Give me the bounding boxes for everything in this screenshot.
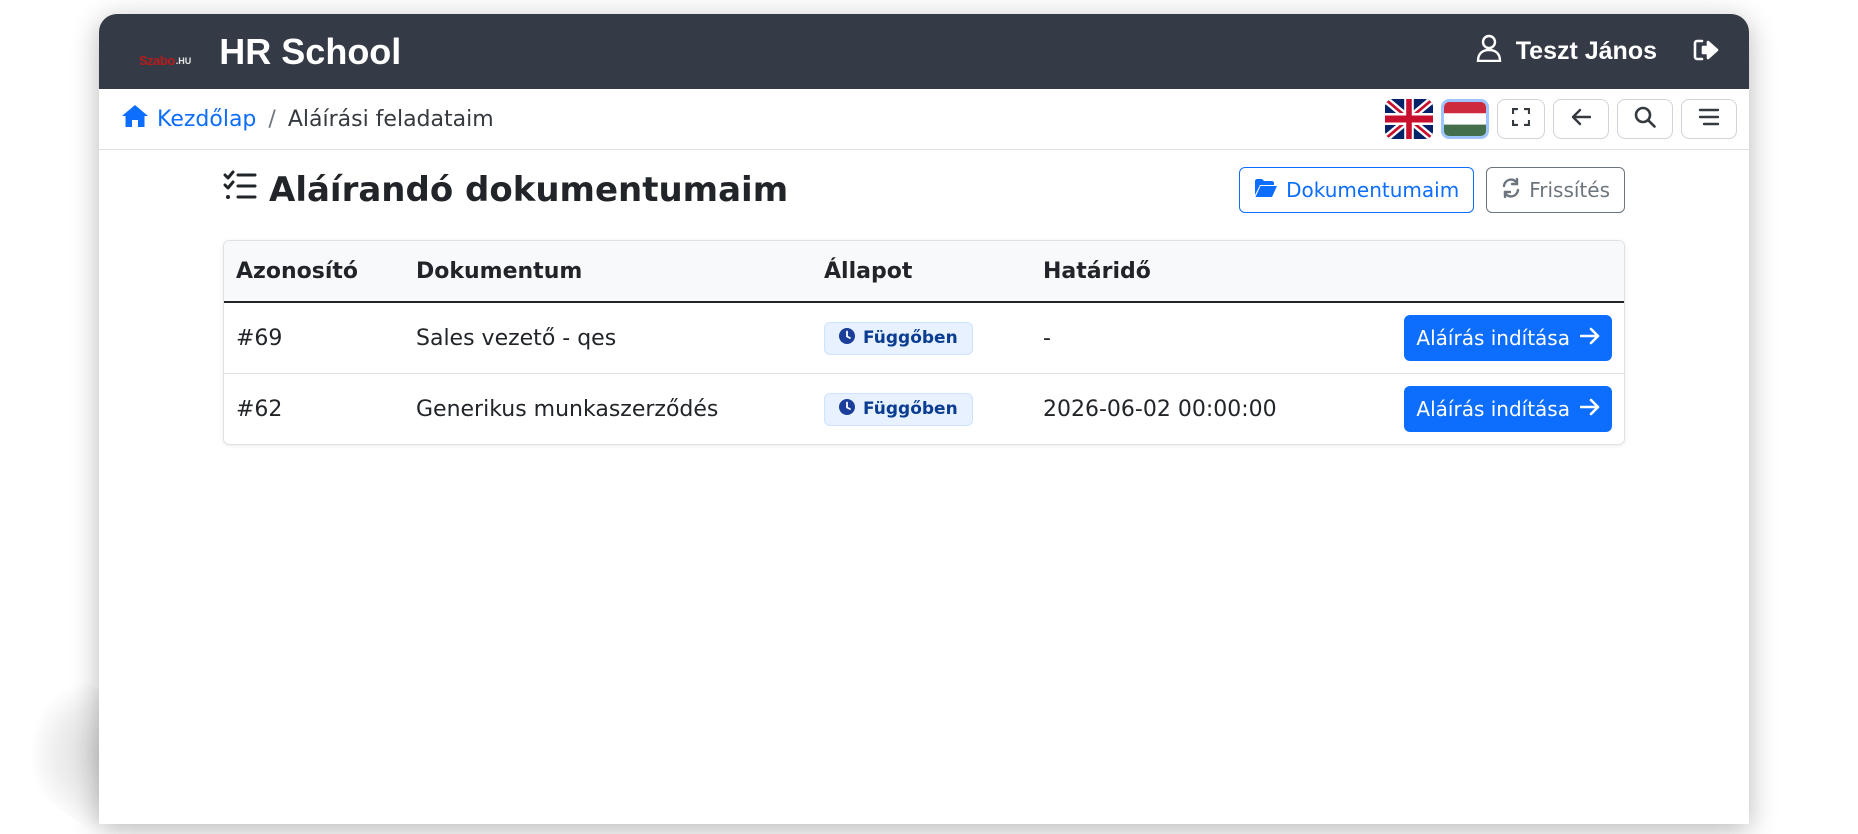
cell-document: Sales vezető - qes (404, 302, 812, 374)
cell-id: #62 (236, 396, 283, 422)
home-icon (121, 104, 149, 134)
user-icon (1476, 34, 1502, 69)
header-document: Dokumentum (404, 241, 812, 303)
header-actions (1343, 241, 1624, 303)
language-hu-button[interactable] (1441, 99, 1489, 139)
my-documents-label: Dokumentumaim (1286, 178, 1460, 202)
fullscreen-icon (1511, 107, 1531, 130)
search-button[interactable] (1617, 99, 1673, 139)
refresh-icon (1501, 177, 1521, 203)
menu-button[interactable] (1681, 99, 1737, 139)
uk-flag-icon (1385, 99, 1433, 139)
arrow-left-icon (1571, 108, 1592, 130)
header-deadline: Határidő (1031, 241, 1344, 303)
breadcrumb-bar: Kezdőlap / Aláírási feladataim (99, 89, 1749, 150)
cell-deadline: 2026-06-02 00:00:00 (1043, 396, 1277, 422)
breadcrumb: Kezdőlap / Aláírási feladataim (121, 104, 494, 134)
folder-open-icon (1254, 178, 1278, 203)
logout-icon (1693, 38, 1719, 66)
top-navbar: Szabo .HU HR School Teszt János (99, 14, 1749, 89)
table-row: #62 Generikus munkaszerződés Függőben 20… (224, 374, 1624, 445)
status-label: Függőben (863, 328, 958, 348)
page-title: Aláírandó dokumentumaim (223, 170, 788, 211)
table-header-row: Azonosító Dokumentum Állapot Határidő (224, 241, 1624, 303)
cell-state: Függőben (812, 374, 1031, 445)
logo-mark: Szabo (139, 52, 175, 68)
user-name: Teszt János (1515, 37, 1657, 65)
list-check-icon (223, 170, 257, 211)
header-id: Azonosító (224, 241, 404, 303)
start-signing-label: Aláírás indítása (1416, 397, 1570, 421)
cell-action: Aláírás indítása (1343, 374, 1624, 445)
start-signing-button[interactable]: Aláírás indítása (1404, 386, 1612, 432)
page-title-text: Aláírandó dokumentumaim (269, 170, 789, 210)
breadcrumb-home-label: Kezdőlap (157, 106, 257, 132)
header-state: Állapot (812, 241, 1031, 303)
cell-deadline: - (1031, 302, 1344, 374)
back-button[interactable] (1553, 99, 1609, 139)
hungary-flag-icon (1444, 102, 1486, 136)
table-row: #69 Sales vezető - qes Függőben - Aláírá… (224, 302, 1624, 374)
app-window: Szabo .HU HR School Teszt János Kezdőlap… (99, 14, 1749, 824)
user-menu[interactable]: Teszt János (1476, 34, 1657, 69)
cell-action: Aláírás indítása (1343, 302, 1624, 374)
logout-button[interactable] (1693, 38, 1719, 66)
logo-suffix: .HU (175, 55, 192, 66)
fullscreen-button[interactable] (1497, 99, 1545, 139)
page-header: Aláírandó dokumentumaim Dokumentumaim Fr… (223, 150, 1625, 230)
refresh-label: Frissítés (1529, 178, 1610, 202)
main-content: Aláírandó dokumentumaim Dokumentumaim Fr… (99, 150, 1749, 445)
search-icon (1634, 106, 1656, 132)
my-documents-button[interactable]: Dokumentumaim (1239, 167, 1475, 213)
toolbar (1385, 99, 1737, 139)
start-signing-label: Aláírás indítása (1416, 326, 1570, 350)
cell-id: #69 (224, 302, 404, 374)
status-label: Függőben (863, 399, 958, 419)
clock-icon (839, 398, 855, 420)
arrow-right-icon (1579, 326, 1600, 350)
cell-state: Függőben (812, 302, 1031, 374)
breadcrumb-separator: / (268, 106, 276, 132)
arrow-right-icon (1579, 397, 1600, 421)
page-actions: Dokumentumaim Frissítés (1239, 167, 1625, 213)
refresh-button[interactable]: Frissítés (1486, 167, 1625, 213)
clock-icon (839, 327, 855, 349)
cell-document: Generikus munkaszerződés (416, 396, 719, 422)
documents-table-card: Azonosító Dokumentum Állapot Határidő #6… (223, 240, 1625, 445)
menu-icon (1698, 108, 1720, 130)
brand-logo[interactable]: Szabo .HU (139, 37, 191, 67)
status-badge: Függőben (824, 392, 973, 426)
documents-table: Azonosító Dokumentum Állapot Határidő #6… (224, 241, 1624, 444)
language-en-button[interactable] (1385, 99, 1433, 139)
status-badge: Függőben (824, 321, 973, 355)
app-title: HR School (219, 30, 402, 72)
breadcrumb-home[interactable]: Kezdőlap (121, 104, 256, 134)
breadcrumb-current: Aláírási feladataim (287, 106, 494, 132)
start-signing-button[interactable]: Aláírás indítása (1404, 315, 1612, 361)
